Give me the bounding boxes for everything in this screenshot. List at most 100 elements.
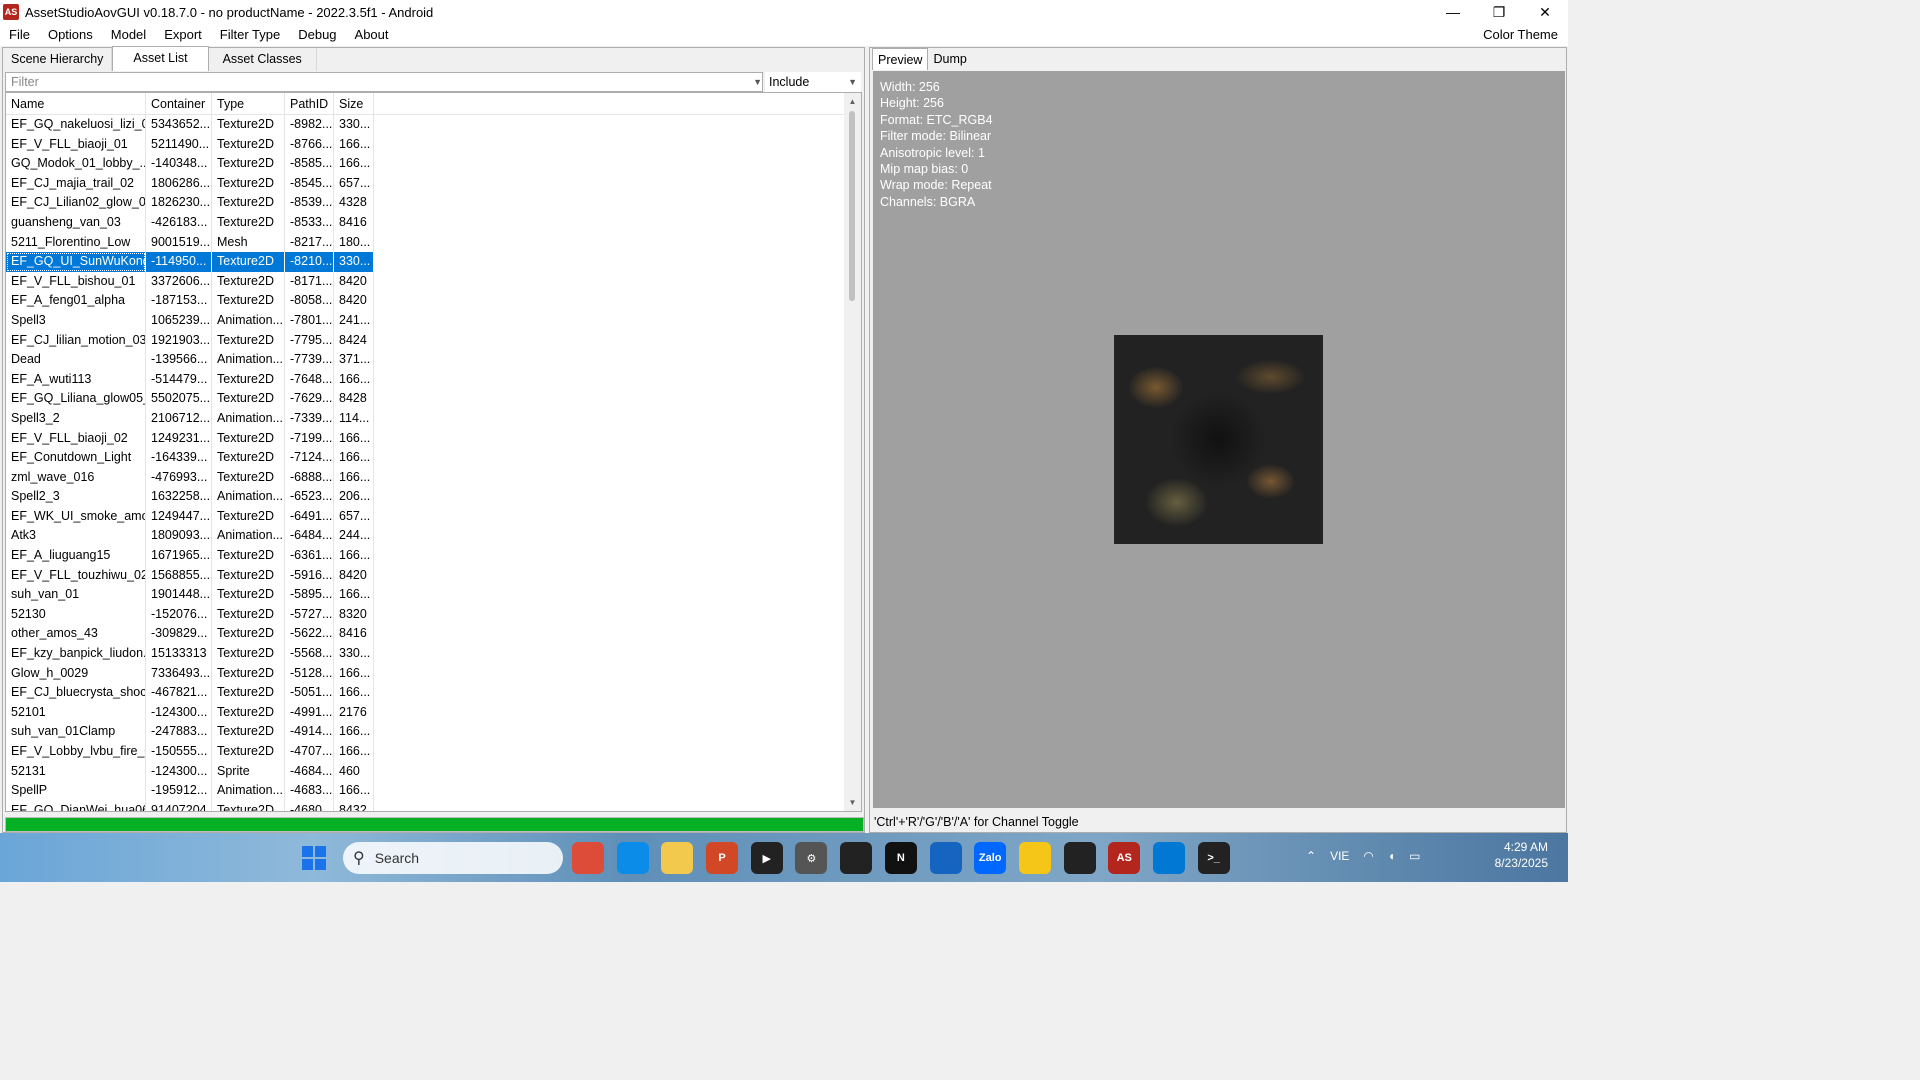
menu-color-theme[interactable]: Color Theme (1483, 24, 1558, 46)
column-size[interactable]: Size (334, 93, 374, 114)
table-row[interactable]: EF_CJ_bluecrysta_shock...-467821...Textu… (6, 683, 861, 703)
table-row[interactable]: EF_V_FLL_biaoji_01 5211490... Texture2D -87… (6, 134, 861, 155)
table-row[interactable]: EF_GQ_Liliana_glow05_... 5502075... Textur… (6, 389, 861, 409)
table-row[interactable]: EF_V_FLL_touzhiwu_02 1568855... Texture2D -… (6, 565, 861, 586)
include-select[interactable]: Include ▼ (765, 72, 861, 92)
table-row[interactable]: EF_A_wuti113 -514479... Texture2D -7648... 1… (6, 369, 861, 390)
unity-icon[interactable] (840, 842, 873, 874)
table-row[interactable]: EF_A_feng01_alpha -187153... Texture2D -805… (6, 291, 861, 311)
scroll-down-icon[interactable]: ▼ (844, 794, 861, 811)
terminal-icon[interactable]: >_ (1197, 842, 1230, 874)
language-indicator[interactable]: VIE (1330, 849, 1349, 863)
cell-size: 8424 (334, 330, 374, 351)
table-row[interactable]: EF_GQ_nakeluosi_lizi_0... 5343652... Textu… (6, 115, 861, 135)
column-name[interactable]: Name (6, 93, 146, 114)
scroll-up-icon[interactable]: ▲ (844, 93, 861, 110)
cell-name: zml_wave_016 (6, 467, 146, 488)
menu-options[interactable]: Options (39, 24, 102, 46)
minimize-button[interactable]: — (1430, 0, 1476, 24)
scroll-thumb[interactable] (849, 111, 855, 301)
chevron-down-icon[interactable]: ▼ (753, 77, 762, 87)
volume-icon[interactable]: ◖ (1388, 849, 1395, 863)
settings-icon[interactable]: ⚙ (795, 842, 828, 874)
table-row[interactable]: EF_GQ_UI_SunWuKong... -114950... Texture2D… (6, 252, 861, 272)
assetstudio-icon[interactable]: AS (1108, 842, 1141, 874)
vscode-icon[interactable] (1152, 842, 1185, 874)
column-type[interactable]: Type (212, 93, 285, 114)
cell-type: Texture2D (212, 389, 285, 409)
chrome-icon[interactable] (572, 842, 604, 874)
chevron-up-icon[interactable]: ⌃ (1306, 849, 1316, 863)
table-row[interactable]: Atk3 1809093... Animation... -6484... 244... (6, 526, 861, 547)
filter-input[interactable]: Filter ▼ (5, 72, 763, 92)
column-pathid[interactable]: PathID (285, 93, 334, 114)
zalo-icon[interactable]: Zalo (974, 842, 1007, 874)
table-row[interactable]: Dead -139566... Animation... -7739... 371... (6, 350, 861, 370)
cell-type: Animation... (212, 487, 285, 507)
table-row[interactable]: other_amos_43 -309829... Texture2D -5622...… (6, 624, 861, 645)
cell-pathid: -6523... (285, 487, 334, 507)
table-row[interactable]: EF_V_FLL_biaoji_02 1249231... Texture2D -71… (6, 428, 861, 449)
table-row[interactable]: Spell3 1065239... Animation... -7801... 241.… (6, 310, 861, 331)
menu-debug[interactable]: Debug (289, 24, 345, 46)
tab-asset-list[interactable]: Asset List (112, 46, 209, 71)
table-row[interactable]: EF_CJ_lilian_motion_03 1921903... Texture2… (6, 330, 861, 351)
cell-pathid: -5051... (285, 683, 334, 703)
tab-asset-classes[interactable]: Asset Classes (209, 48, 317, 71)
cell-pathid: -8533... (285, 212, 334, 233)
unity-hub-icon[interactable] (1063, 842, 1096, 874)
search-icon: ⚲ (353, 850, 365, 867)
restore-button[interactable]: ❐ (1476, 0, 1522, 24)
table-row[interactable]: guansheng_van_03 -426183... Texture2D -8533… (6, 212, 861, 233)
table-row[interactable]: 52101 -124300... Texture2D -4991... 2176 (6, 702, 861, 723)
taskbar-search[interactable]: ⚲ Search (343, 842, 563, 874)
asset-list[interactable]: Name Container Type PathID Size EF_GQ_na… (5, 92, 862, 812)
table-row[interactable]: 52131 -124300... Sprite -4684... 460 (6, 761, 861, 782)
table-row[interactable]: EF_Conutdown_Light -164339... Texture2D -71… (6, 448, 861, 468)
menu-export[interactable]: Export (155, 24, 211, 46)
app-icon[interactable] (1018, 842, 1051, 874)
table-row[interactable]: 5211_Florentino_Low 9001519... Mesh -8217..… (6, 232, 861, 253)
table-row[interactable]: 52130 -152076... Texture2D -5727... 8320 (6, 604, 861, 625)
windows-start-icon[interactable] (302, 846, 326, 870)
table-row[interactable]: EF_CJ_Lilian02_glow_04 1826230... Texture2… (6, 193, 861, 213)
table-row[interactable]: GQ_Modok_01_lobby_... -140348... Texture2D… (6, 154, 861, 174)
table-row[interactable]: EF_kzy_banpick_liudon... 15133313 Texture2… (6, 644, 861, 664)
cell-type: Texture2D (212, 271, 285, 292)
tab-scene-hierarchy[interactable]: Scene Hierarchy (3, 48, 113, 71)
table-row[interactable]: Glow_h_0029 7336493... Texture2D -5128... 16… (6, 663, 861, 684)
table-row[interactable]: EF_V_Lobby_lvbu_fire_03 -150555... Texture… (6, 742, 861, 762)
column-container[interactable]: Container (146, 93, 212, 114)
table-row[interactable]: EF_CJ_majia_trail_02 1806286... Texture2D -… (6, 173, 861, 194)
edge-icon[interactable] (616, 842, 649, 874)
table-row[interactable]: Spell3_2 2106712... Animation... -7339... 11… (6, 408, 861, 429)
vertical-scrollbar[interactable]: ▲ ▼ (844, 93, 861, 811)
table-row[interactable]: EF_GQ_DianWei_hua06 91407204 Texture2D -468… (6, 800, 861, 811)
menu-about[interactable]: About (346, 24, 398, 46)
cell-type: Texture2D (212, 134, 285, 155)
tab-preview[interactable]: Preview (872, 48, 929, 70)
close-button[interactable]: ✕ (1522, 0, 1568, 24)
table-row[interactable]: EF_A_liuguang15 1671965... Texture2D -6361.… (6, 546, 861, 566)
table-row[interactable]: EF_WK_UI_smoke_amo... 1249447... Texture2D… (6, 506, 861, 527)
table-row[interactable]: suh_van_01 1901448... Texture2D -5895... 166… (6, 585, 861, 605)
menu-model[interactable]: Model (102, 24, 155, 46)
battery-icon[interactable]: ▭ (1409, 849, 1420, 863)
table-row[interactable]: Spell2_3 1632258... Animation... -6523... 20… (6, 487, 861, 507)
table-row[interactable]: suh_van_01Clamp -247883... Texture2D -4914.… (6, 722, 861, 742)
table-row[interactable]: zml_wave_016 -476993... Texture2D -6888... 1… (6, 467, 861, 488)
clock[interactable]: 4:29 AM 8/23/2025 (1495, 839, 1548, 871)
notepad-icon[interactable] (929, 842, 962, 874)
notion-icon[interactable]: N (884, 842, 917, 874)
table-row[interactable]: EF_V_FLL_bishou_01 3372606... Texture2D -81… (6, 271, 861, 292)
wifi-icon[interactable]: ◠ (1363, 849, 1373, 863)
file-explorer-icon[interactable] (661, 842, 694, 874)
tab-dump[interactable]: Dump (928, 48, 971, 70)
menu-filter-type[interactable]: Filter Type (211, 24, 289, 46)
menu-file[interactable]: File (0, 24, 39, 46)
table-row[interactable]: SpellP -195912... Animation... -4683... 166.… (6, 781, 861, 801)
cell-pathid: -8217... (285, 232, 334, 253)
media-player-icon[interactable]: ▶ (750, 842, 783, 874)
powerpoint-icon[interactable]: P (706, 842, 739, 874)
chevron-down-icon[interactable]: ▼ (848, 77, 857, 87)
